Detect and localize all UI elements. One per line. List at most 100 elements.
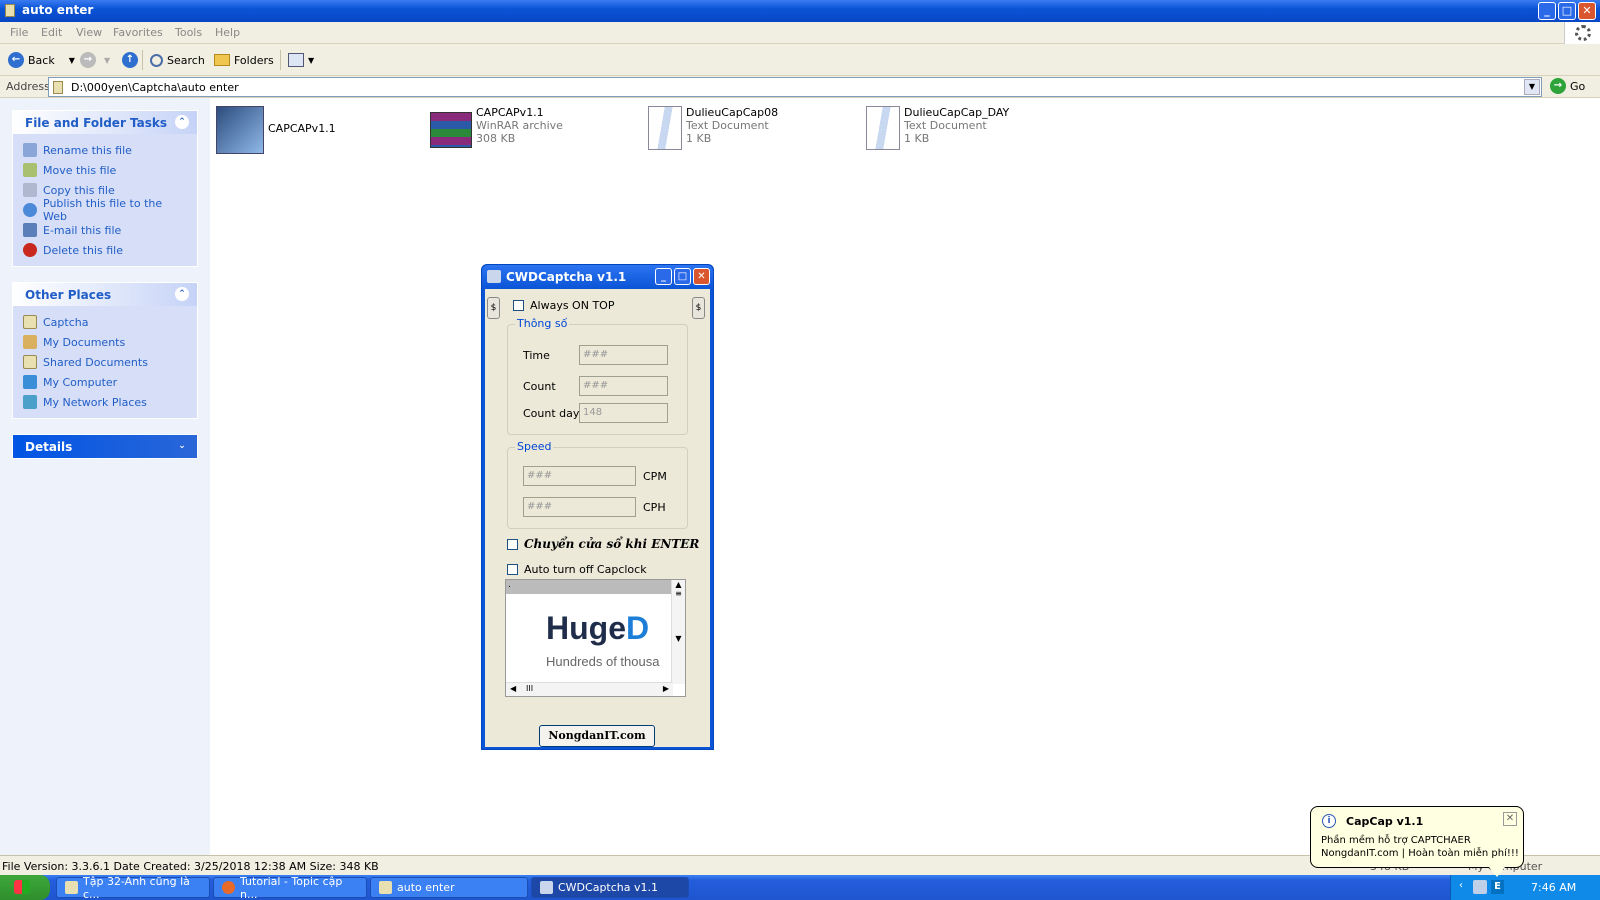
count-day-field[interactable]: 148 bbox=[579, 403, 668, 423]
start-button[interactable] bbox=[0, 875, 50, 900]
views-button[interactable]: ▼ bbox=[288, 50, 314, 70]
always-on-top-checkbox[interactable]: Always ON TOP bbox=[513, 299, 614, 312]
dialog-close-button[interactable]: ✕ bbox=[693, 268, 710, 285]
dialog-maximize-button[interactable]: □ bbox=[674, 268, 691, 285]
move-file-link[interactable]: Move this file bbox=[23, 160, 187, 180]
move-icon bbox=[23, 163, 37, 177]
my-documents-icon bbox=[23, 335, 37, 349]
collapse-icon[interactable]: ⌃ bbox=[175, 115, 189, 129]
back-label: Back bbox=[28, 53, 55, 67]
firefox-icon bbox=[222, 881, 235, 894]
collapse-icon[interactable]: ⌃ bbox=[175, 287, 189, 301]
file-folder-tasks-header[interactable]: File and Folder Tasks ⌃ bbox=[13, 111, 197, 134]
file-item[interactable]: CAPCAPv1.1 bbox=[216, 106, 336, 154]
maximize-button[interactable]: □ bbox=[1558, 2, 1576, 20]
other-places-panel: Other Places ⌃ Captcha My Documents Shar… bbox=[12, 282, 198, 419]
file-list: CAPCAPv1.1 CAPCAPv1.1 WinRAR archive 308 K… bbox=[210, 98, 1600, 855]
close-button[interactable]: ✕ bbox=[1578, 2, 1596, 20]
taskbar-item[interactable]: auto enter bbox=[370, 877, 528, 898]
address-input[interactable]: D:\000yen\Captcha\auto enter ▼ bbox=[48, 77, 1542, 97]
app-icon bbox=[540, 881, 553, 894]
back-dropdown-icon[interactable]: ▼ bbox=[69, 56, 75, 65]
ad-brand: HugeD bbox=[546, 610, 650, 646]
thong-so-group: Thông số Time ### Count ### Count day 14… bbox=[507, 317, 688, 435]
tray-expand-icon[interactable]: ‹ bbox=[1459, 880, 1463, 891]
place-my-network[interactable]: My Network Places bbox=[23, 392, 187, 412]
taskbar: Tập 32-Anh cũng là c... Tutorial - Topic… bbox=[0, 875, 1600, 900]
place-captcha[interactable]: Captcha bbox=[23, 312, 187, 332]
dialog-minimize-button[interactable]: _ bbox=[655, 268, 672, 285]
file-item[interactable]: CAPCAPv1.1 WinRAR archive 308 KB bbox=[430, 106, 563, 148]
go-button[interactable]: → Go bbox=[1550, 78, 1585, 94]
place-my-computer[interactable]: My Computer bbox=[23, 372, 187, 392]
chuyen-cua-so-checkbox[interactable]: Chuyển cửa sổ khi ENTER bbox=[507, 537, 699, 551]
app-icon bbox=[216, 106, 264, 154]
cpm-field[interactable]: ### bbox=[523, 466, 636, 486]
folders-button[interactable]: Folders bbox=[214, 50, 274, 70]
publish-file-link[interactable]: Publish this file to the Web bbox=[23, 197, 187, 223]
details-header[interactable]: Details ⌄ bbox=[13, 435, 197, 458]
rename-file-link[interactable]: Rename this file bbox=[23, 140, 187, 160]
cph-field[interactable]: ### bbox=[523, 497, 636, 517]
menu-view[interactable]: View bbox=[76, 26, 102, 39]
menu-edit[interactable]: Edit bbox=[41, 26, 62, 39]
address-dropdown-icon[interactable]: ▼ bbox=[1524, 79, 1540, 95]
file-type: Text Document bbox=[904, 119, 987, 132]
time-field[interactable]: ### bbox=[579, 345, 668, 365]
capcap-tray-icon[interactable] bbox=[1473, 880, 1487, 894]
up-button[interactable]: ↑ bbox=[122, 50, 138, 70]
nongdanit-button[interactable]: NongdanIT.com bbox=[539, 725, 655, 747]
file-size: 1 KB bbox=[904, 132, 930, 145]
back-arrow-icon: ← bbox=[8, 52, 24, 68]
count-field[interactable]: ### bbox=[579, 376, 668, 396]
taskbar-item-active[interactable]: CWDCaptcha v1.1 bbox=[531, 877, 689, 898]
forward-button[interactable]: → ▼ bbox=[80, 50, 110, 70]
menu-favorites[interactable]: Favorites bbox=[113, 26, 163, 39]
other-places-header[interactable]: Other Places ⌃ bbox=[13, 283, 197, 306]
folder-icon bbox=[53, 81, 63, 94]
views-icon bbox=[288, 53, 304, 67]
balloon-close-button[interactable]: ✕ bbox=[1503, 812, 1517, 826]
file-folder-tasks-panel: File and Folder Tasks ⌃ Rename this file… bbox=[12, 110, 198, 267]
task-pane: File and Folder Tasks ⌃ Rename this file… bbox=[0, 98, 210, 855]
winrar-archive-icon bbox=[430, 112, 472, 148]
email-file-link[interactable]: E-mail this file bbox=[23, 220, 187, 240]
notification-balloon[interactable]: i CapCap v1.1 ✕ Phần mềm hỗ trợ CAPTCHAE… bbox=[1310, 806, 1524, 877]
dialog-titlebar[interactable]: CWDCaptcha v1.1 _ □ ✕ bbox=[482, 265, 713, 289]
right-side-button[interactable]: $ bbox=[692, 297, 705, 319]
left-side-button[interactable]: $ bbox=[487, 297, 500, 319]
menu-file[interactable]: File bbox=[10, 26, 28, 39]
file-size: 1 KB bbox=[686, 132, 712, 145]
folders-icon bbox=[214, 54, 230, 66]
place-shared-documents[interactable]: Shared Documents bbox=[23, 352, 187, 372]
window-titlebar[interactable]: auto enter _ □ ✕ bbox=[0, 0, 1600, 22]
delete-file-link[interactable]: Delete this file bbox=[23, 240, 187, 260]
file-item[interactable]: DulieuCapCap08 Text Document 1 KB bbox=[648, 106, 778, 150]
auto-turn-off-capslock-checkbox[interactable]: Auto turn off Capclock bbox=[507, 563, 647, 576]
network-icon bbox=[23, 395, 37, 409]
folder-icon bbox=[5, 4, 15, 17]
taskbar-item[interactable]: Tutorial - Topic cập n... bbox=[213, 875, 367, 900]
search-icon bbox=[150, 53, 163, 67]
ad-vertical-scrollbar[interactable]: ▲ ≡ ▼ bbox=[671, 580, 685, 684]
count-day-label: Count day bbox=[523, 407, 580, 420]
menu-tools[interactable]: Tools bbox=[175, 26, 202, 39]
tray-e-icon[interactable]: E bbox=[1491, 880, 1504, 894]
file-item[interactable]: DulieuCapCap_DAY Text Document 1 KB bbox=[866, 106, 1009, 150]
folder-icon bbox=[379, 881, 392, 894]
place-my-documents[interactable]: My Documents bbox=[23, 332, 187, 352]
file-type: WinRAR archive bbox=[476, 119, 563, 132]
taskbar-item[interactable]: Tập 32-Anh cũng là c... bbox=[56, 875, 210, 900]
windows-logo-icon bbox=[14, 880, 30, 894]
minimize-button[interactable]: _ bbox=[1538, 2, 1556, 20]
ad-browser-panel[interactable]: . HugeD Hundreds of thousa ▲ ≡ ▼ ◀ III ▶ bbox=[505, 579, 686, 697]
menu-help[interactable]: Help bbox=[215, 26, 240, 39]
delete-icon bbox=[23, 243, 37, 257]
search-button[interactable]: Search bbox=[150, 50, 205, 70]
back-button[interactable]: ← Back ▼ bbox=[8, 50, 75, 70]
cpm-label: CPM bbox=[643, 470, 667, 483]
go-label: Go bbox=[1570, 79, 1586, 93]
ad-horizontal-scrollbar[interactable]: ◀ III ▶ bbox=[506, 682, 673, 696]
expand-icon[interactable]: ⌄ bbox=[175, 439, 189, 453]
file-name: DulieuCapCap_DAY bbox=[904, 106, 1010, 119]
